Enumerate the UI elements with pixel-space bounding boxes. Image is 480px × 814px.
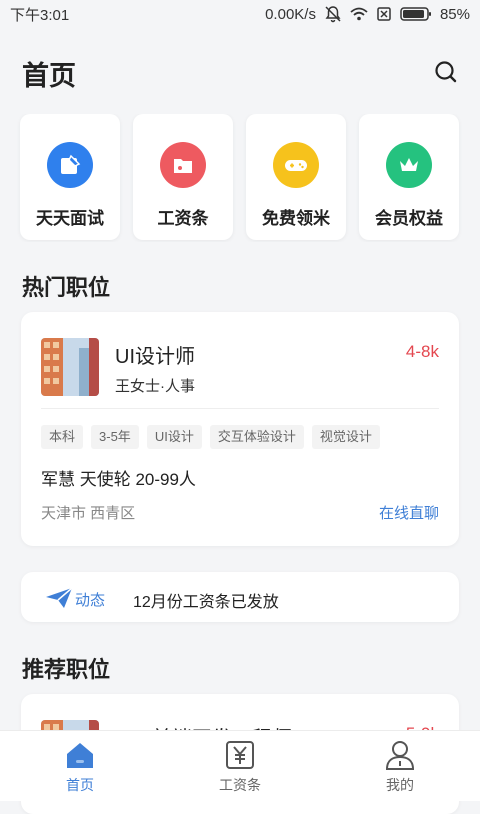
- gamepad-icon: [273, 142, 319, 188]
- job-location: 天津市 西青区: [41, 505, 136, 522]
- status-indicators: 0.00K/s 85%: [265, 5, 470, 23]
- payslip-icon: [226, 741, 254, 769]
- quick-action-membership[interactable]: 会员权益: [359, 114, 459, 240]
- job-tags: 本科 3-5年 UI设计 交互体验设计 视觉设计: [41, 425, 380, 449]
- profile-icon: [385, 741, 415, 770]
- search-icon: [435, 61, 457, 83]
- battery-level: 85%: [439, 5, 470, 23]
- status-bar: 下午3:01 0.00K/s 85%: [0, 0, 480, 28]
- news-tag: 动态: [75, 592, 106, 609]
- job-card[interactable]: UI设计师 4-8k 王女士·人事 本科 3-5年 UI设计 交互体验设计 视觉…: [21, 312, 459, 546]
- page-title: 首页: [22, 61, 76, 91]
- crown-icon: [386, 142, 432, 188]
- nav-label: 首页: [66, 777, 94, 793]
- quick-action-label: 免费领米: [262, 209, 330, 228]
- job-salary: 4-8k: [405, 342, 439, 361]
- wifi-icon: [350, 6, 368, 22]
- status-time: 下午3:01: [10, 6, 70, 24]
- job-tag: 视觉设计: [311, 425, 380, 449]
- quick-action-free-rice[interactable]: 免费领米: [246, 114, 346, 240]
- job-tag: UI设计: [146, 425, 202, 449]
- bottom-nav: 首页 工资条 我的: [0, 730, 480, 801]
- interview-icon: [47, 142, 93, 188]
- quick-actions: 天天面试 工资条 免费领米 会员权益: [0, 114, 480, 242]
- quick-action-label: 天天面试: [36, 209, 104, 228]
- company-info: 军慧 天使轮 20-99人: [41, 470, 196, 489]
- nav-item-profile[interactable]: 我的: [320, 731, 480, 801]
- job-contact: 王女士·人事: [115, 378, 195, 395]
- section-title-recommended-jobs: 推荐职位: [22, 657, 111, 682]
- job-tag: 交互体验设计: [209, 425, 304, 449]
- job-title: UI设计师: [115, 346, 195, 368]
- battery-icon: [400, 6, 432, 22]
- paper-plane-icon: [45, 587, 73, 614]
- job-tag: 3-5年: [91, 425, 139, 449]
- job-tag: 本科: [41, 425, 84, 449]
- nav-label: 我的: [386, 777, 414, 793]
- home-icon: [67, 743, 93, 768]
- search-button[interactable]: [432, 58, 460, 86]
- quick-action-payslip[interactable]: 工资条: [133, 114, 233, 240]
- nav-label: 工资条: [219, 777, 261, 793]
- company-thumbnail: [41, 338, 99, 396]
- nav-item-payslip[interactable]: 工资条: [160, 731, 320, 801]
- header: 首页: [0, 28, 480, 112]
- no-sim-icon: [376, 6, 392, 22]
- news-bar[interactable]: 动态 12月份工资条已发放: [21, 572, 459, 622]
- quick-action-interview[interactable]: 天天面试: [20, 114, 120, 240]
- quick-action-label: 会员权益: [375, 209, 443, 228]
- quick-action-label: 工资条: [157, 209, 209, 228]
- news-text: 12月份工资条已发放: [133, 594, 279, 611]
- nav-item-home[interactable]: 首页: [0, 731, 160, 801]
- mute-bell-icon: [324, 5, 342, 23]
- section-title-hot-jobs: 热门职位: [22, 275, 111, 300]
- folder-icon: [160, 142, 206, 188]
- divider: [41, 408, 439, 409]
- online-chat-link[interactable]: 在线直聊: [379, 502, 439, 523]
- network-speed: 0.00K/s: [265, 5, 316, 23]
